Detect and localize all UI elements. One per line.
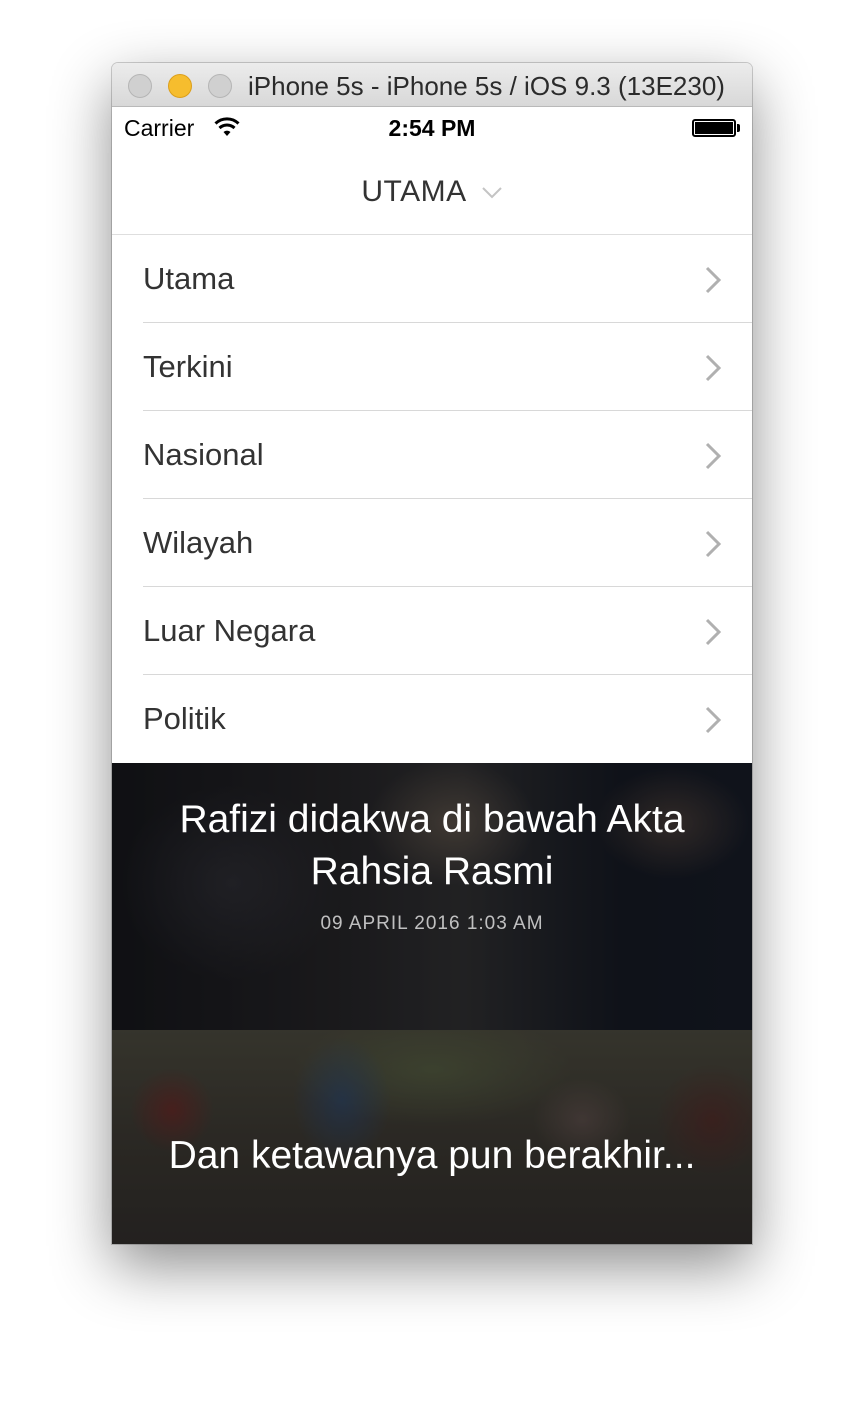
window-title: iPhone 5s - iPhone 5s / iOS 9.3 (13E230) [248, 71, 725, 101]
menu-item-wilayah[interactable]: Wilayah [112, 499, 752, 587]
menu-item-utama[interactable]: Utama [112, 235, 752, 323]
zoom-window-button[interactable] [208, 74, 232, 98]
menu-item-label: Politik [143, 701, 226, 736]
phone-screen: Carrier 2:54 PM UTAMA Utama Terkini Nasi… [112, 107, 752, 1244]
chevron-right-icon [705, 618, 722, 646]
menu-item-label: Nasional [143, 437, 264, 472]
news-title: Rafizi didakwa di bawah Akta Rahsia Rasm… [179, 798, 685, 893]
menu-item-label: Utama [143, 261, 235, 296]
chevron-right-icon [705, 354, 722, 382]
news-date: 09 APRIL 2016 1:03 AM [320, 913, 544, 934]
chevron-right-icon [705, 442, 722, 470]
navigation-bar: UTAMA [112, 149, 752, 235]
news-card[interactable]: Rafizi didakwa di bawah Akta Rahsia Rasm… [112, 763, 752, 1030]
window-titlebar[interactable]: iPhone 5s - iPhone 5s / iOS 9.3 (13E230) [112, 63, 752, 107]
section-selector[interactable]: UTAMA [112, 149, 752, 235]
menu-item-terkini[interactable]: Terkini [112, 323, 752, 411]
chevron-down-icon [481, 187, 502, 199]
chevron-right-icon [705, 530, 722, 558]
battery-tip [737, 124, 740, 132]
menu-item-nasional[interactable]: Nasional [112, 411, 752, 499]
chevron-right-icon [705, 706, 722, 734]
news-card[interactable]: Dan ketawanya pun berakhir... [112, 1030, 752, 1244]
battery-icon [692, 119, 736, 137]
nav-title: UTAMA [361, 175, 467, 208]
menu-item-luar-negara[interactable]: Luar Negara [112, 587, 752, 675]
menu-item-label: Wilayah [143, 525, 254, 560]
status-bar: Carrier 2:54 PM [112, 107, 752, 149]
simulator-window: iPhone 5s - iPhone 5s / iOS 9.3 (13E230)… [112, 63, 752, 1244]
news-title: Dan ketawanya pun berakhir... [168, 1134, 696, 1177]
category-menu: Utama Terkini Nasional Wilayah Luar Nega [112, 235, 752, 763]
status-time: 2:54 PM [388, 115, 476, 141]
menu-item-label: Terkini [143, 349, 233, 384]
minimize-window-button[interactable] [168, 74, 192, 98]
close-window-button[interactable] [128, 74, 152, 98]
menu-item-politik[interactable]: Politik [112, 675, 752, 763]
chevron-right-icon [705, 266, 722, 294]
menu-item-label: Luar Negara [143, 613, 316, 648]
